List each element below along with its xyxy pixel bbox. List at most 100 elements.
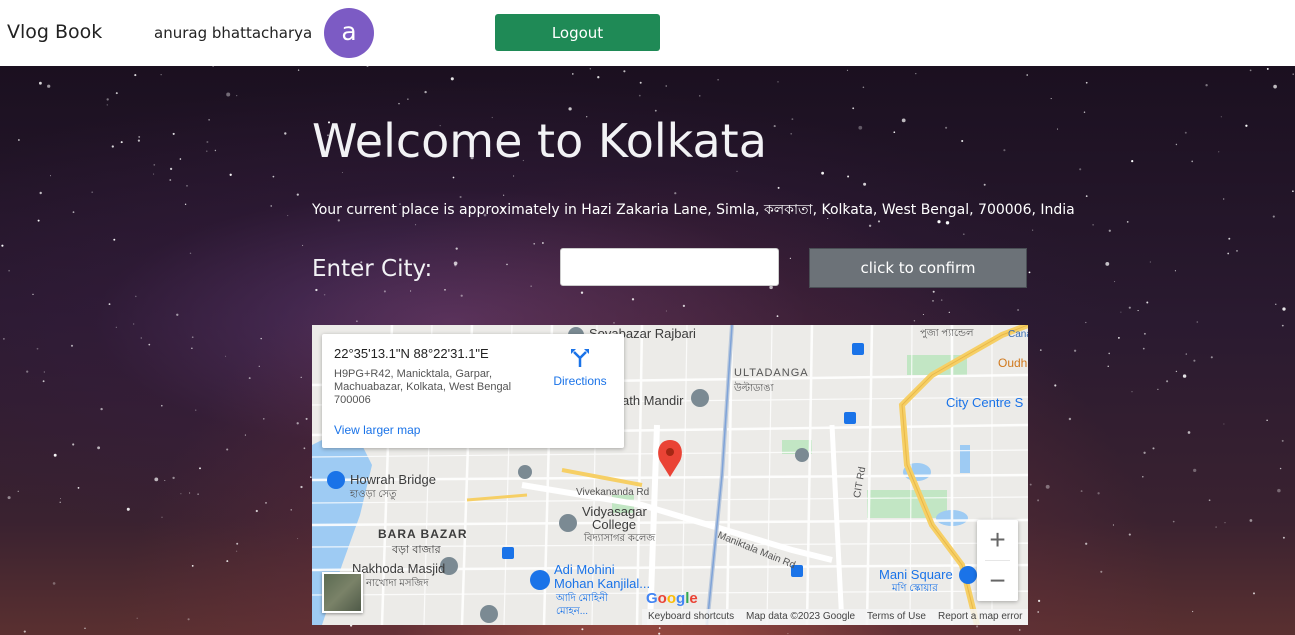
report-map-error-link[interactable]: Report a map error	[938, 609, 1022, 625]
star	[366, 66, 369, 68]
star	[161, 516, 163, 518]
star	[1003, 149, 1006, 152]
star	[26, 370, 29, 373]
star	[225, 355, 227, 357]
city-label: Enter City:	[312, 256, 433, 282]
star	[530, 285, 532, 287]
star	[91, 191, 94, 194]
avatar[interactable]: a	[324, 8, 374, 58]
google-logo-letter: e	[689, 590, 698, 607]
logout-button[interactable]: Logout	[495, 14, 660, 51]
star	[613, 322, 615, 324]
star	[42, 380, 45, 383]
brand-link[interactable]: Vlog Book	[7, 21, 102, 43]
terms-of-use-link[interactable]: Terms of Use	[867, 609, 926, 625]
star	[1039, 349, 1042, 351]
star	[580, 291, 584, 294]
star	[639, 81, 642, 84]
satellite-toggle-button[interactable]	[322, 572, 363, 613]
star	[172, 132, 175, 135]
star	[407, 98, 409, 100]
star	[135, 295, 137, 298]
star	[1292, 73, 1294, 75]
star	[315, 288, 318, 292]
star	[1073, 349, 1077, 352]
star	[1249, 519, 1253, 522]
star	[18, 139, 20, 141]
star	[1037, 611, 1040, 613]
city-input[interactable]	[560, 248, 779, 286]
star	[506, 263, 508, 266]
star	[1128, 306, 1131, 309]
star	[1205, 84, 1208, 87]
star	[638, 94, 641, 97]
star	[976, 625, 979, 628]
map-label-nakhoda: Nakhoda Masjid	[352, 561, 446, 576]
star	[303, 447, 306, 450]
star	[1220, 116, 1222, 118]
star	[1045, 484, 1050, 489]
zoom-out-button[interactable]: −	[977, 561, 1018, 601]
star	[453, 261, 458, 266]
star	[236, 542, 239, 545]
embedded-map[interactable]: Sovabazar Rajbari পুজা প্যান্ডেল Cana UL…	[312, 325, 1028, 625]
star	[1223, 198, 1225, 200]
star	[154, 477, 159, 482]
star	[1137, 310, 1139, 312]
star	[945, 126, 948, 129]
star	[260, 337, 262, 340]
map-attribution-bar: Keyboard shortcuts Map data ©2023 Google…	[642, 609, 1028, 625]
star	[1218, 151, 1220, 153]
star	[1028, 271, 1031, 274]
star	[631, 298, 635, 301]
star	[503, 194, 505, 196]
star	[1166, 380, 1169, 383]
star	[597, 76, 600, 79]
page-title: Welcome to Kolkata	[312, 114, 767, 168]
star	[444, 289, 446, 291]
map-label-canal: Cana	[1008, 329, 1028, 340]
star	[212, 66, 214, 68]
zoom-controls: + −	[977, 520, 1018, 601]
star	[255, 509, 258, 513]
star	[787, 632, 789, 635]
confirm-button[interactable]: click to confirm	[809, 248, 1027, 288]
map-label-vivekananda: Vivekananda Rd	[576, 487, 650, 498]
star	[1108, 229, 1111, 232]
star	[1142, 475, 1144, 478]
star	[1175, 370, 1178, 373]
star	[47, 84, 51, 88]
star	[195, 409, 197, 411]
star	[1149, 261, 1152, 263]
map-label-city-centre: City Centre S	[946, 395, 1024, 410]
star	[115, 92, 118, 95]
star	[59, 498, 62, 500]
star	[226, 92, 231, 97]
star	[1100, 570, 1103, 573]
top-navbar: Vlog Book anurag bhattacharya a Logout	[0, 0, 1295, 66]
star	[290, 509, 292, 511]
star	[36, 347, 39, 350]
star	[1292, 190, 1294, 192]
star	[1210, 356, 1213, 359]
keyboard-shortcuts-link[interactable]: Keyboard shortcuts	[648, 609, 734, 625]
star	[287, 215, 289, 217]
star	[460, 294, 463, 297]
star	[161, 404, 163, 407]
view-larger-map-link[interactable]: View larger map	[334, 423, 420, 437]
star	[1245, 124, 1248, 127]
map-label-howrah-bridge: Howrah Bridge	[350, 472, 436, 487]
star	[1172, 520, 1175, 523]
zoom-in-button[interactable]: +	[977, 520, 1018, 560]
star	[852, 107, 855, 110]
current-location-text: Your current place is approximately in H…	[312, 202, 1075, 218]
star	[160, 74, 162, 76]
star	[1279, 467, 1282, 470]
star	[699, 95, 701, 97]
star	[191, 336, 194, 339]
directions-button[interactable]: Directions	[548, 346, 612, 388]
star	[191, 347, 193, 349]
star	[189, 492, 191, 494]
star	[1281, 439, 1284, 442]
star	[113, 238, 116, 241]
